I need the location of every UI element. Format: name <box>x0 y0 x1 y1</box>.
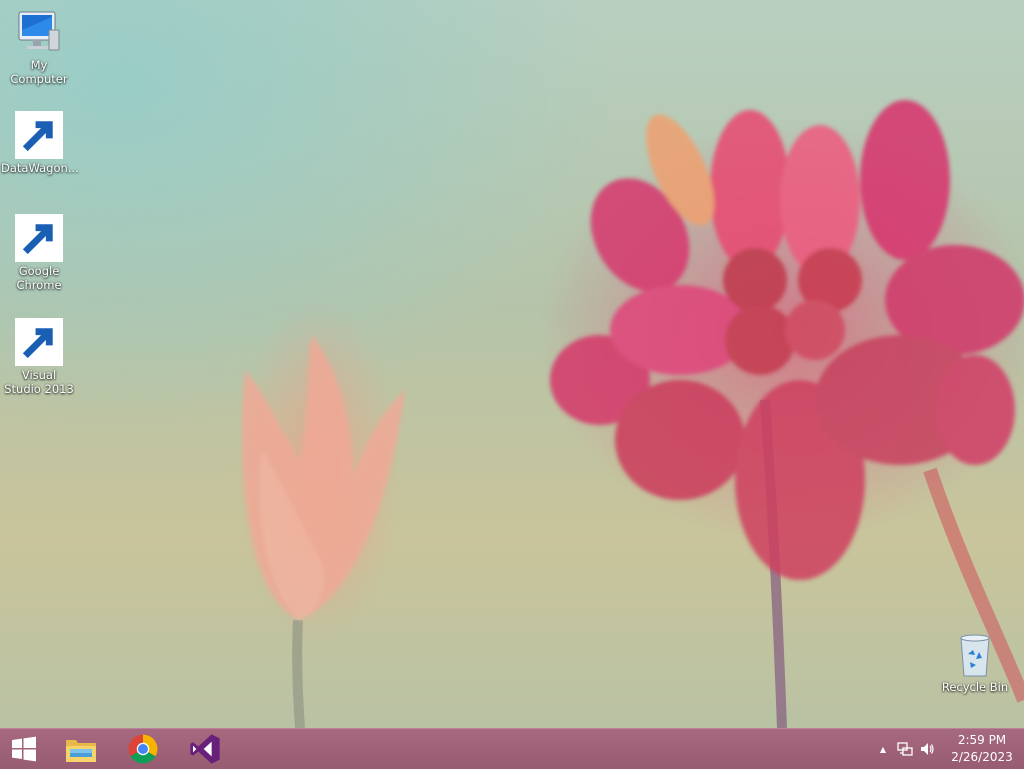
desktop-icon-label: My Computer <box>10 58 68 86</box>
network-icon <box>897 742 913 756</box>
chevron-up-icon: ▲ <box>879 744 887 754</box>
speaker-icon <box>921 743 934 755</box>
start-icon <box>12 736 36 762</box>
shortcut-arrow-icon <box>15 318 63 366</box>
chrome-icon <box>128 734 158 764</box>
desktop-icon-label: Google Chrome <box>16 264 62 292</box>
taskbar: ▲ 2:59 PM 2/26/2023 <box>0 728 1024 769</box>
start-button[interactable] <box>0 729 48 769</box>
taskbar-chrome[interactable] <box>113 729 173 769</box>
volume-button[interactable] <box>916 729 938 769</box>
wallpaper <box>242 100 1024 728</box>
system-tray: ▲ 2:59 PM 2/26/2023 <box>872 729 1024 769</box>
shortcut-arrow-icon <box>15 214 63 262</box>
desktop-icon-google-chrome[interactable]: Google Chrome <box>1 214 77 292</box>
show-hidden-icons-button[interactable]: ▲ <box>872 729 894 769</box>
desktop-icon-visual-studio[interactable]: Visual Studio 2013 <box>1 318 77 396</box>
desktop-icon-label: Recycle Bin <box>941 680 1009 694</box>
visual-studio-icon <box>190 734 220 764</box>
taskbar-file-explorer[interactable] <box>51 729 111 769</box>
clock-time: 2:59 PM <box>957 733 1007 747</box>
desktop-icon-label: DataWagon... <box>1 161 79 175</box>
clock[interactable]: 2:59 PM 2/26/2023 <box>946 732 1018 766</box>
network-button[interactable] <box>894 729 916 769</box>
desktop-icon-my-computer[interactable]: My Computer <box>1 8 77 86</box>
taskbar-visual-studio[interactable] <box>175 729 235 769</box>
desktop-icon-datawagon[interactable]: DataWagon... <box>1 111 79 175</box>
shortcut-arrow-icon <box>15 111 63 159</box>
clock-date: 2/26/2023 <box>951 750 1013 764</box>
my-computer-icon <box>18 11 60 51</box>
recycle-bin-icon <box>960 634 990 677</box>
desktop-icon-recycle-bin[interactable]: Recycle Bin <box>937 630 1013 694</box>
file-explorer-icon <box>66 740 96 762</box>
desktop-icon-label: Visual Studio 2013 <box>4 368 74 396</box>
